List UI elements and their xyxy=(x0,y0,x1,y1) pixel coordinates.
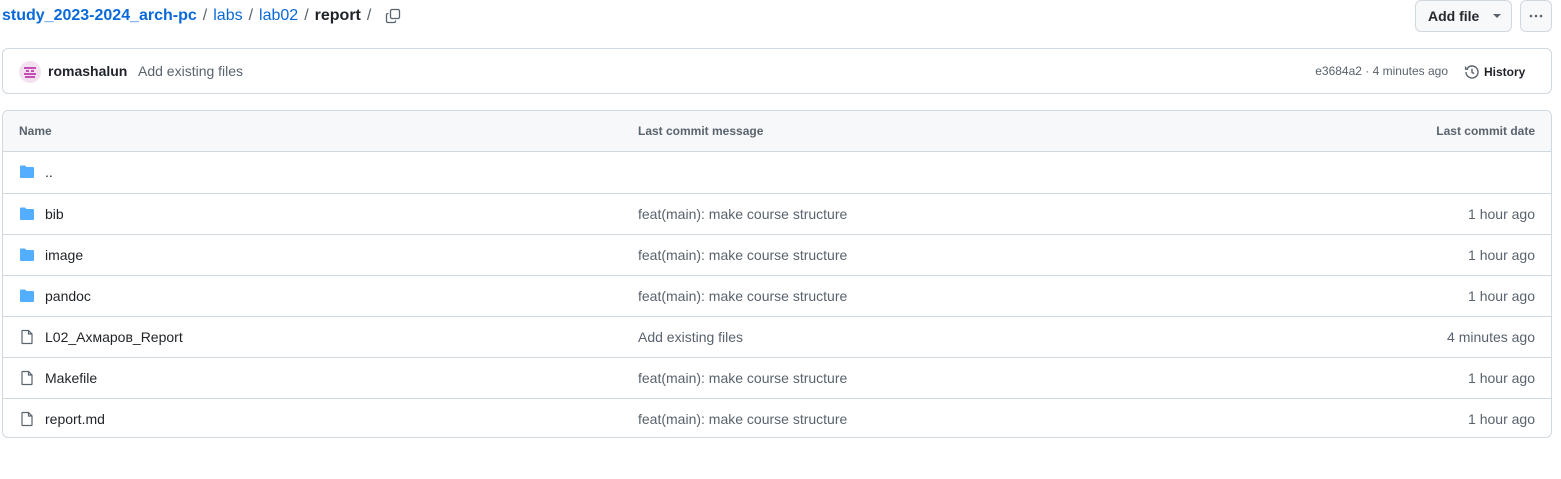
column-header-name: Name xyxy=(19,124,52,138)
table-row[interactable]: report.md feat(main): make course struct… xyxy=(3,398,1551,437)
history-icon xyxy=(1464,65,1479,79)
breadcrumb-separator: / xyxy=(304,7,309,24)
commit-message-link[interactable]: feat(main): make course structure xyxy=(638,247,847,263)
commit-message-link[interactable]: feat(main): make course structure xyxy=(638,370,847,386)
folder-icon xyxy=(20,248,34,261)
copy-icon xyxy=(385,8,401,24)
file-icon xyxy=(21,370,33,386)
add-file-button[interactable]: Add file xyxy=(1415,0,1512,32)
file-name-link[interactable]: bib xyxy=(45,206,64,222)
commit-date: 1 hour ago xyxy=(1468,411,1535,427)
breadcrumb-lab02-link[interactable]: lab02 xyxy=(259,5,298,27)
breadcrumb-repo-link[interactable]: study_2023-2024_arch-pc xyxy=(2,5,197,27)
top-bar: study_2023-2024_arch-pc / labs / lab02 /… xyxy=(0,0,1561,34)
breadcrumb-separator: / xyxy=(202,7,208,24)
commit-message-link[interactable]: Add existing files xyxy=(638,329,743,345)
folder-icon xyxy=(20,207,34,220)
table-row[interactable]: Makefile feat(main): make course structu… xyxy=(3,357,1551,398)
column-header-message: Last commit message xyxy=(638,124,764,138)
kebab-horizontal-icon xyxy=(1529,14,1543,18)
triangle-down-icon xyxy=(1493,14,1501,18)
commit-date: 1 hour ago xyxy=(1468,288,1535,304)
commit-date: 4 minutes ago xyxy=(1447,329,1535,345)
commit-message-link[interactable]: feat(main): make course structure xyxy=(638,288,847,304)
breadcrumb: study_2023-2024_arch-pc / labs / lab02 /… xyxy=(2,5,377,27)
breadcrumb-separator: / xyxy=(248,7,254,24)
history-label: History xyxy=(1484,65,1526,79)
commit-date: 1 hour ago xyxy=(1468,206,1535,222)
column-header-date: Last commit date xyxy=(1436,124,1535,138)
commit-date: 1 hour ago xyxy=(1468,370,1535,386)
commit-author-link[interactable]: romashalun xyxy=(48,63,127,79)
history-button[interactable]: History xyxy=(1464,61,1525,83)
folder-icon xyxy=(20,165,34,178)
file-name-link[interactable]: Makefile xyxy=(45,370,97,386)
table-row[interactable]: image feat(main): make course structure … xyxy=(3,234,1551,275)
breadcrumb-labs-link[interactable]: labs xyxy=(213,5,242,27)
file-icon xyxy=(21,411,33,427)
commit-date: 1 hour ago xyxy=(1468,247,1535,263)
breadcrumb-separator: / xyxy=(366,7,372,24)
commit-message-link[interactable]: feat(main): make course structure xyxy=(638,206,847,222)
file-name-link[interactable]: .. xyxy=(45,164,53,180)
copy-path-button[interactable] xyxy=(383,6,403,26)
file-name-link[interactable]: report.md xyxy=(45,411,105,427)
commit-message-link[interactable]: feat(main): make course structure xyxy=(638,411,847,427)
latest-commit-box: romashalun Add existing files e3684a2 · … xyxy=(2,48,1552,94)
file-table: Name Last commit message Last commit dat… xyxy=(2,110,1552,438)
table-row[interactable]: bib feat(main): make course structure 1 … xyxy=(3,193,1551,234)
more-options-button[interactable] xyxy=(1520,0,1552,32)
folder-icon xyxy=(20,289,34,302)
table-row-parent[interactable]: .. xyxy=(3,152,1551,193)
avatar[interactable] xyxy=(19,61,41,83)
file-name-link[interactable]: image xyxy=(45,247,83,263)
commit-message-link[interactable]: Add existing files xyxy=(138,63,243,79)
file-name-link[interactable]: L02_Ахмаров_Report xyxy=(45,329,183,345)
file-name-link[interactable]: pandoc xyxy=(45,288,91,304)
table-header: Name Last commit message Last commit dat… xyxy=(3,111,1551,152)
commit-meta[interactable]: e3684a2 · 4 minutes ago xyxy=(1315,63,1448,79)
table-row[interactable]: L02_Ахмаров_Report Add existing files 4 … xyxy=(3,316,1551,357)
add-file-label: Add file xyxy=(1428,8,1480,24)
file-icon xyxy=(21,329,33,345)
table-row[interactable]: pandoc feat(main): make course structure… xyxy=(3,275,1551,316)
breadcrumb-current: report xyxy=(314,7,361,24)
